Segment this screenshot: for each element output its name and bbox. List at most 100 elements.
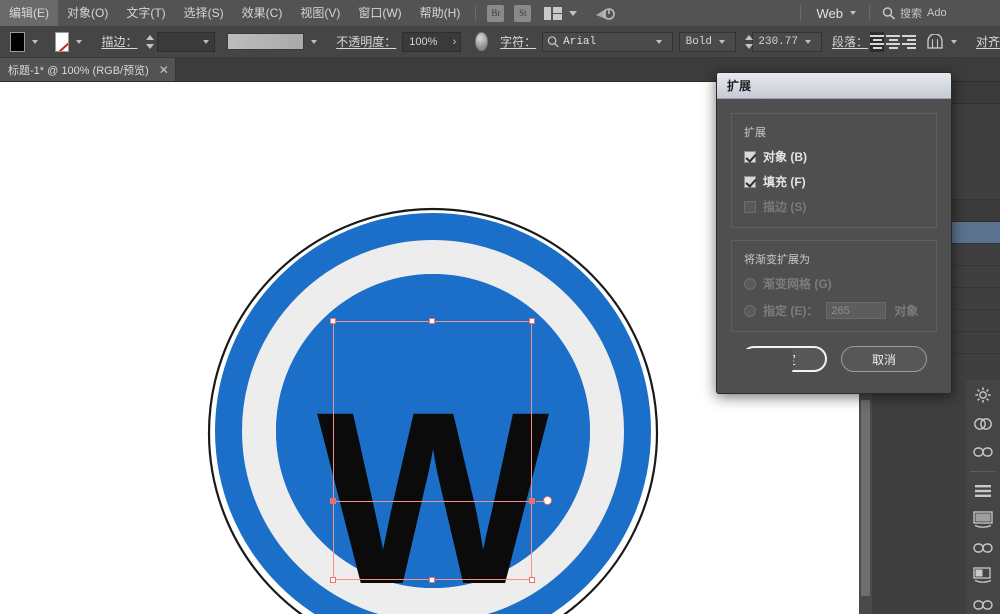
stroke-weight-field[interactable]: [157, 32, 215, 52]
menu-type[interactable]: 文字(T): [117, 0, 174, 26]
menu-view[interactable]: 视图(V): [291, 0, 349, 26]
close-icon[interactable]: ✕: [159, 63, 169, 77]
font-search-icon: [547, 36, 559, 48]
align-center-button[interactable]: [886, 32, 900, 52]
menu-bar: 编辑(E) 对象(O) 文字(T) 选择(S) 效果(C) 视图(V) 窗口(W…: [0, 0, 1000, 26]
stroke-label[interactable]: 描边：: [101, 33, 137, 50]
shaper-arch-icon[interactable]: [926, 34, 944, 50]
menu-object[interactable]: 对象(O): [58, 0, 117, 26]
dialog-rounded-corner: [733, 349, 793, 393]
document-tab-title: 标题-1* @ 100% (RGB/预览): [8, 62, 149, 78]
selection-baseline: [333, 501, 532, 502]
opacity-label[interactable]: 不透明度：: [336, 33, 396, 50]
font-family-value: Arial: [563, 36, 596, 48]
align-label[interactable]: 对齐: [976, 33, 1000, 50]
handle-top-right[interactable]: [529, 318, 535, 324]
handle-mid-right[interactable]: [529, 498, 535, 504]
checkbox-fill-row[interactable]: 填充 (F): [744, 173, 924, 190]
handle-top-center[interactable]: [429, 318, 435, 324]
checkbox-object-row[interactable]: 对象 (B): [744, 148, 924, 165]
checkbox-stroke-label: 描边 (S): [763, 198, 806, 215]
handle-bottom-left[interactable]: [330, 577, 336, 583]
arrange-chevron-down-icon[interactable]: [569, 11, 577, 16]
dialog-body: 扩展 对象 (B) 填充 (F) 描边 (S) 将渐变扩展为: [717, 99, 951, 372]
illustrator-window: 编辑(E) 对象(O) 文字(T) 选择(S) 效果(C) 视图(V) 窗口(W…: [0, 0, 1000, 614]
fill-chevron-down-icon[interactable]: [32, 40, 38, 44]
menu-select[interactable]: 选择(S): [175, 0, 233, 26]
expand-dialog[interactable]: 扩展 扩展 对象 (B) 填充 (F) 描边 (S) 将渐变扩展为: [716, 72, 952, 394]
cancel-button[interactable]: 取消: [841, 346, 927, 372]
stroke-weight-chevron-down-icon[interactable]: [203, 40, 209, 44]
gradient-group-title: 将渐变扩展为: [744, 251, 924, 267]
link-chain-icon[interactable]: [972, 443, 994, 461]
search-placeholder: 搜索: [900, 5, 922, 21]
align-lines-icon[interactable]: [972, 482, 994, 500]
workspace-divider: [800, 5, 801, 21]
checkbox-fill[interactable]: [744, 176, 756, 188]
selection-bounding-box[interactable]: [333, 321, 532, 580]
handle-bottom-right[interactable]: [529, 577, 535, 583]
fill-color-swatch[interactable]: [10, 32, 25, 52]
stroke-profile-preview[interactable]: [227, 33, 304, 50]
stock-icon[interactable]: St: [514, 5, 531, 22]
specify-objects-input: 265: [826, 302, 886, 319]
stroke-chevron-down-icon[interactable]: [76, 40, 82, 44]
font-style-field[interactable]: Bold: [679, 32, 736, 52]
bridge-icon[interactable]: Br: [487, 5, 504, 22]
font-size-value: 230.77: [758, 36, 798, 48]
font-style-value: Bold: [686, 36, 712, 48]
workspace-chevron-down-icon[interactable]: [850, 11, 856, 15]
search-field[interactable]: 搜索 Ado: [876, 3, 996, 23]
right-icon-dock: [966, 380, 1000, 614]
font-size-field[interactable]: 230.77: [752, 32, 822, 52]
gradient-panel-icon[interactable]: [972, 510, 994, 528]
font-size-chevron-down-icon[interactable]: [805, 40, 811, 44]
symbols-icon[interactable]: [972, 596, 994, 614]
paragraph-label[interactable]: 段落：: [832, 33, 868, 50]
transparency-icon[interactable]: [972, 567, 994, 585]
canvas-vertical-scrollbar-thumb[interactable]: [861, 400, 870, 596]
rotate-handle-connector: [536, 501, 545, 502]
radio-gradient-mesh-label: 渐变网格 (G): [763, 275, 832, 292]
menu-divider: [475, 5, 476, 21]
expand-group-title: 扩展: [744, 124, 924, 140]
dock-divider: [970, 471, 996, 472]
gear-icon[interactable]: [972, 386, 994, 404]
shaper-chevron-down-icon[interactable]: [951, 40, 957, 44]
font-style-chevron-down-icon[interactable]: [719, 40, 725, 44]
handle-top-left[interactable]: [330, 318, 336, 324]
checkbox-object[interactable]: [744, 151, 756, 163]
character-label[interactable]: 字符：: [500, 33, 536, 50]
opacity-field[interactable]: 100% ›: [402, 32, 461, 52]
cloud-sync-icon[interactable]: [594, 4, 616, 22]
menu-help[interactable]: 帮助(H): [411, 0, 470, 26]
search-icon: [882, 7, 895, 20]
radio-specify-label: 指定 (E)：: [763, 302, 818, 319]
links-icon[interactable]: [972, 414, 994, 432]
handle-baseline-left[interactable]: [330, 498, 336, 504]
font-family-chevron-down-icon[interactable]: [656, 40, 662, 44]
checkbox-object-label: 对象 (B): [763, 148, 807, 165]
expand-options-group: 扩展 对象 (B) 填充 (F) 描边 (S): [731, 113, 937, 228]
search-divider: [869, 5, 870, 21]
stroke-color-swatch[interactable]: [55, 32, 70, 52]
recolor-artwork-icon[interactable]: [475, 32, 488, 51]
appearance-icon[interactable]: [972, 539, 994, 557]
checkbox-stroke-row: 描边 (S): [744, 198, 924, 215]
arrange-documents-icon[interactable]: [544, 7, 562, 20]
workspace-label[interactable]: Web: [807, 6, 844, 21]
handle-bottom-center[interactable]: [429, 577, 435, 583]
stroke-weight-stepper[interactable]: [145, 33, 151, 51]
dialog-title: 扩展: [717, 73, 951, 99]
align-left-button[interactable]: [870, 32, 884, 52]
menu-effect[interactable]: 效果(C): [233, 0, 292, 26]
document-tab[interactable]: 标题-1* @ 100% (RGB/预览) ✕: [0, 58, 176, 81]
font-size-stepper[interactable]: [744, 33, 750, 51]
font-family-field[interactable]: Arial: [542, 32, 672, 52]
align-right-button[interactable]: [902, 32, 916, 52]
opacity-value: 100%: [409, 36, 437, 48]
stroke-profile-chevron-down-icon[interactable]: [311, 40, 317, 44]
opacity-chevron-right-icon[interactable]: ›: [453, 36, 457, 48]
menu-window[interactable]: 窗口(W): [349, 0, 410, 26]
menu-edit[interactable]: 编辑(E): [0, 0, 58, 26]
